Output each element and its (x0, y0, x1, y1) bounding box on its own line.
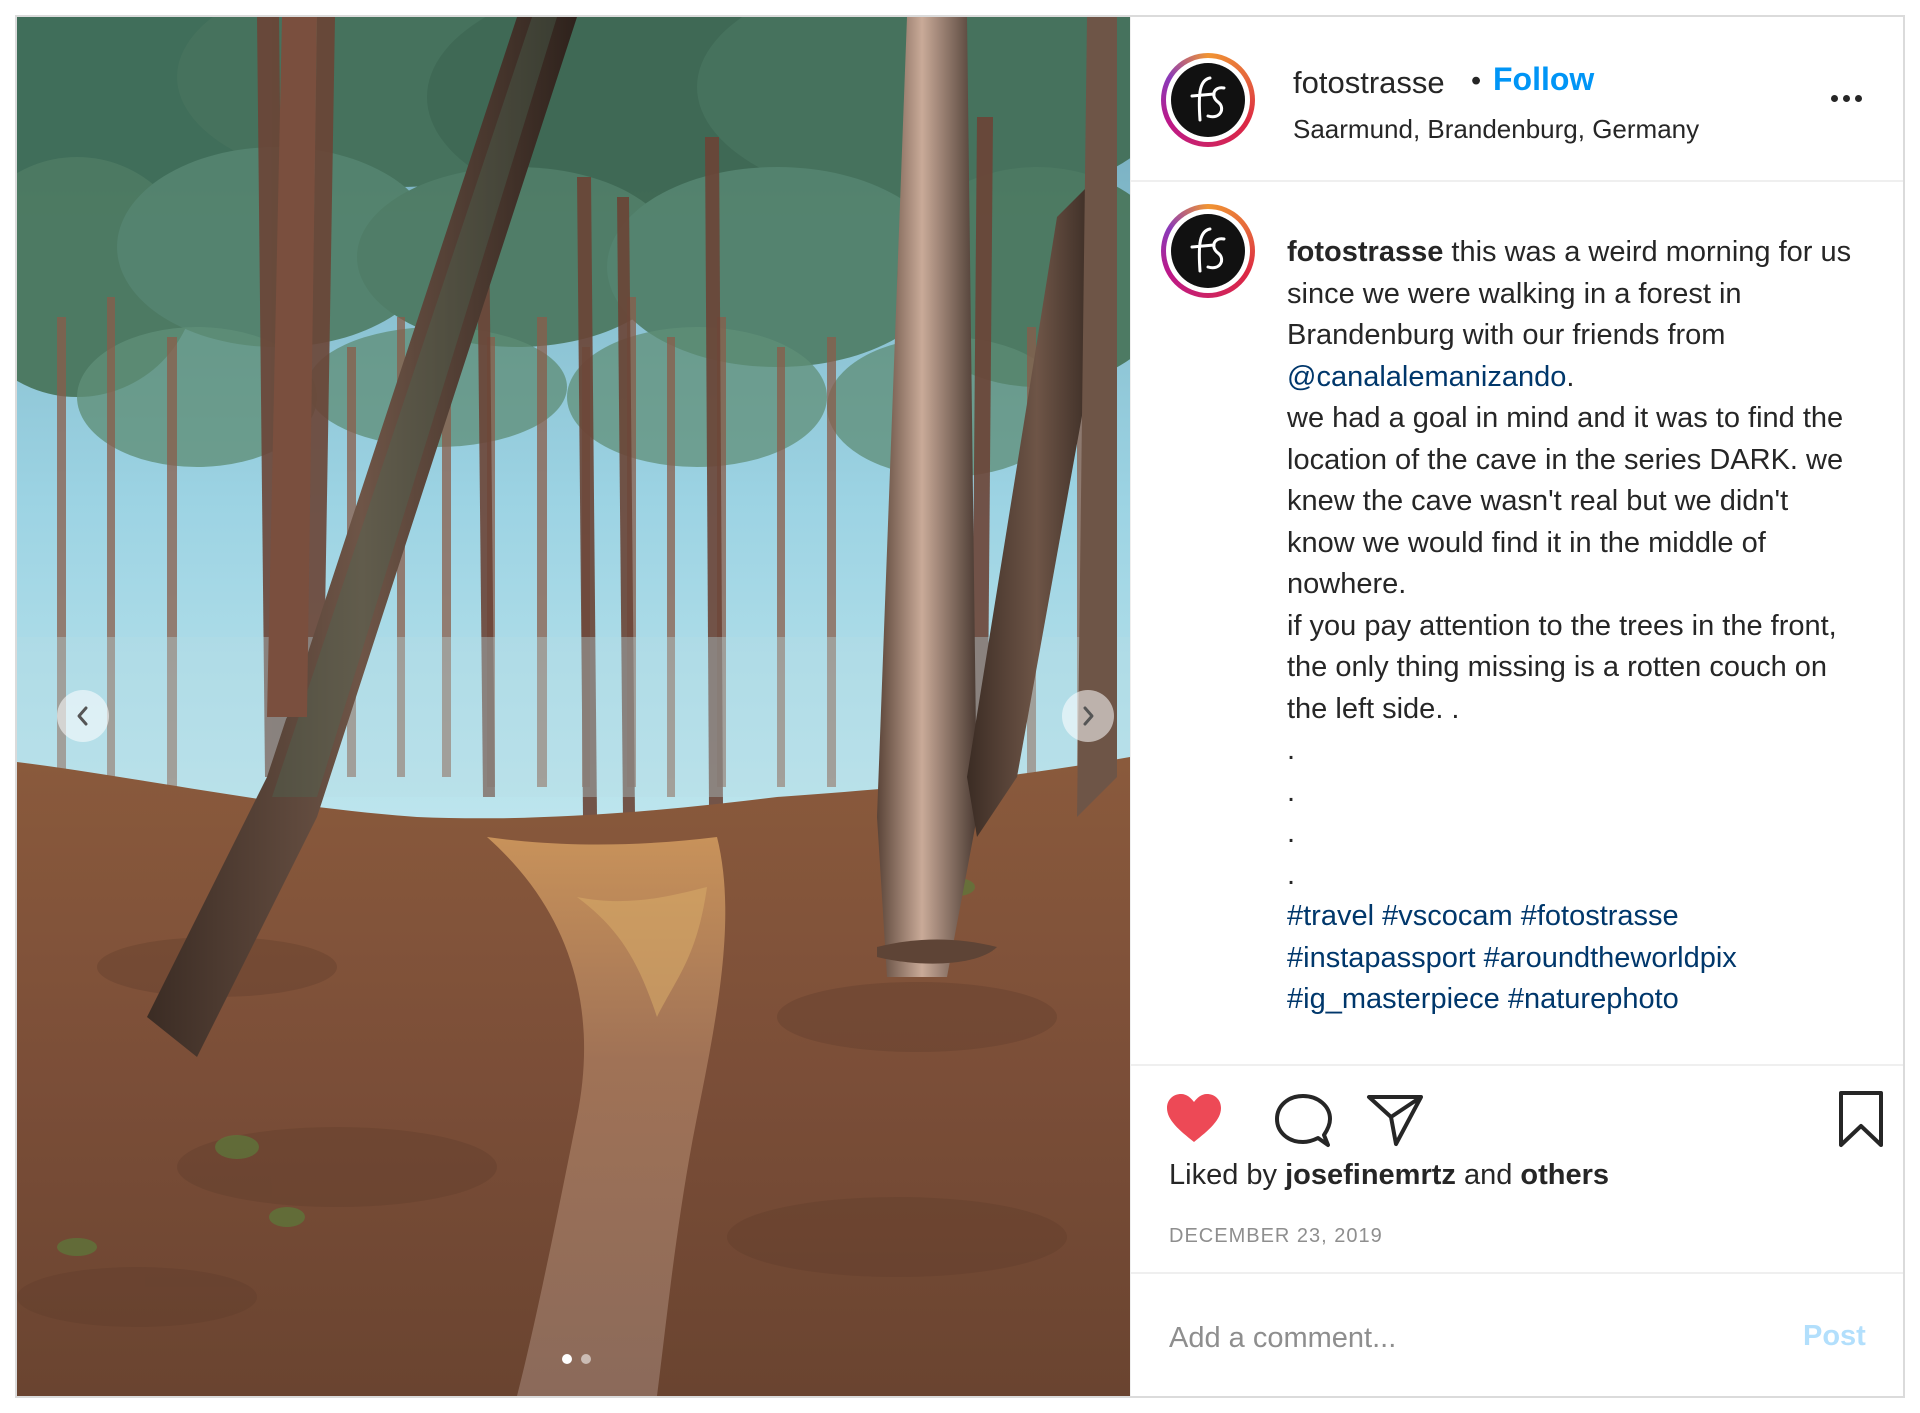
caption-avatar[interactable] (1161, 204, 1255, 298)
paper-plane-icon (1367, 1095, 1423, 1146)
likes-others-link[interactable]: others (1520, 1159, 1609, 1191)
avatar[interactable] (1161, 53, 1255, 147)
follow-button[interactable]: Follow (1493, 61, 1594, 98)
next-slide-button[interactable] (1062, 690, 1114, 742)
header-username[interactable]: fotostrasse (1293, 65, 1445, 101)
carousel-indicator (562, 1354, 591, 1364)
mention-link[interactable]: @canalalemanizando (1287, 361, 1566, 393)
fotostrasse-logo-icon (1190, 76, 1226, 122)
more-options-button[interactable] (1831, 95, 1862, 102)
carousel-dot (581, 1354, 591, 1364)
caption-paragraph-2: we had a goal in mind and it was to find… (1287, 402, 1844, 600)
header-separator: • (1471, 65, 1482, 97)
like-button[interactable] (1165, 1092, 1223, 1149)
comment-button[interactable] (1274, 1093, 1332, 1154)
previous-slide-button[interactable] (57, 690, 109, 742)
more-dot (1855, 95, 1862, 102)
hashtags[interactable]: #travel #vscocam #fotostrasse #instapass… (1287, 896, 1862, 1021)
instagram-post: fotostrasse • Follow Saarmund, Brandenbu… (15, 15, 1905, 1398)
comment-icon (1275, 1094, 1332, 1147)
caption-dot: . (1287, 817, 1296, 849)
post-header: fotostrasse • Follow Saarmund, Brandenbu… (1131, 17, 1903, 182)
fotostrasse-logo-icon (1190, 227, 1226, 273)
more-dot (1843, 95, 1850, 102)
forest-photo (17, 17, 1130, 1396)
post-details-panel: fotostrasse • Follow Saarmund, Brandenbu… (1130, 17, 1903, 1396)
caption-username[interactable]: fotostrasse (1287, 236, 1443, 268)
action-bar (1131, 1064, 1903, 1147)
post-caption: fotostrasse this was a weird morning for… (1287, 232, 1862, 1021)
caption-text: . (1566, 360, 1575, 393)
comment-input[interactable] (1167, 1312, 1731, 1364)
post-date[interactable]: DECEMBER 23, 2019 (1169, 1225, 1383, 1248)
save-button[interactable] (1837, 1090, 1885, 1153)
chevron-right-icon (1083, 706, 1094, 726)
comment-bar: Post (1131, 1272, 1903, 1396)
caption-scroll-area[interactable]: fotostrasse this was a weird morning for… (1131, 182, 1903, 1064)
caption-paragraph-1: fotostrasse this was a weird morning for… (1287, 232, 1862, 398)
likes-summary: Liked by josefinemrtz and others (1169, 1159, 1609, 1192)
carousel-dot-active (562, 1354, 572, 1364)
caption-dot: . (1287, 734, 1296, 766)
caption-dot: . (1287, 775, 1296, 808)
likes-middle: and (1455, 1159, 1521, 1191)
location-link[interactable]: Saarmund, Brandenburg, Germany (1293, 114, 1699, 145)
caption-dot: . (1287, 858, 1296, 891)
post-photo[interactable] (17, 17, 1130, 1396)
liked-by-user-link[interactable]: josefinemrtz (1285, 1159, 1456, 1191)
chevron-left-icon (77, 706, 88, 726)
likes-prefix: Liked by (1169, 1159, 1286, 1191)
heart-icon (1167, 1094, 1221, 1142)
caption-paragraph-3: if you pay attention to the trees in the… (1287, 609, 1837, 725)
more-horizontal-icon (1831, 95, 1838, 102)
bookmark-icon (1839, 1091, 1883, 1147)
post-comment-button[interactable]: Post (1803, 1320, 1866, 1353)
share-button[interactable] (1366, 1093, 1424, 1152)
